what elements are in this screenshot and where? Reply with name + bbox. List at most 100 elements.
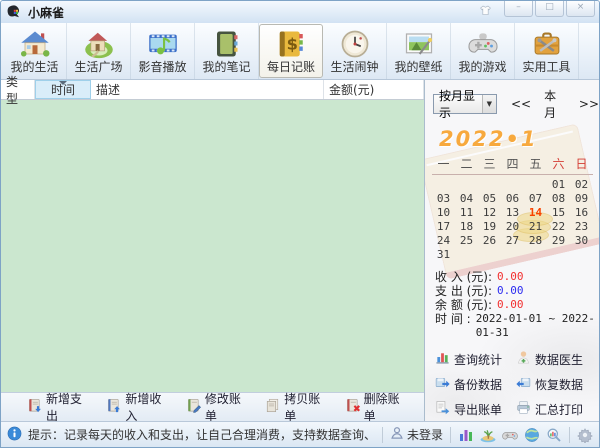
games-icon bbox=[468, 28, 498, 60]
calendar-day[interactable]: 03 bbox=[432, 192, 455, 205]
calendar-day[interactable] bbox=[570, 248, 593, 261]
chart-icon[interactable] bbox=[458, 427, 474, 443]
record-action-button[interactable]: 拷贝账单 bbox=[265, 390, 327, 424]
toolbar-item[interactable]: 实用工具 bbox=[515, 23, 579, 79]
panel-action-button[interactable]: 导出账单 bbox=[435, 400, 516, 418]
calendar-day[interactable] bbox=[432, 178, 455, 191]
side-panel: 按月显示 ▼ << 本月 >> 2022•1 一 二 三 四 五 六 日 01 … bbox=[425, 80, 599, 421]
calendar-title: 2022•1 bbox=[439, 127, 538, 151]
calendar-day[interactable]: 29 bbox=[547, 234, 570, 247]
calendar-day[interactable] bbox=[547, 248, 570, 261]
column-header[interactable]: 描述 bbox=[91, 80, 324, 99]
add-expense-icon bbox=[27, 398, 42, 416]
calendar-day[interactable] bbox=[501, 248, 524, 261]
calendar-day[interactable]: 25 bbox=[455, 234, 478, 247]
toolbar-item[interactable]: 我的壁纸 bbox=[387, 23, 451, 79]
close-button[interactable]: × bbox=[566, 1, 595, 17]
calendar-grid: 01 02 03 04 05 06 07 08 09 10 11 12 13 1… bbox=[432, 178, 593, 261]
calendar-day[interactable]: 02 bbox=[570, 178, 593, 191]
record-action-button[interactable]: 删除账单 bbox=[345, 390, 407, 424]
toolbar-item[interactable]: 我的生活 bbox=[3, 23, 67, 79]
calendar-day[interactable]: 21 bbox=[524, 220, 547, 233]
panel-action-label: 数据医生 bbox=[535, 352, 584, 367]
window-controls: – □ × bbox=[474, 1, 599, 23]
calendar-day[interactable]: 24 bbox=[432, 234, 455, 247]
panel-action-button[interactable]: 备份数据 bbox=[435, 375, 516, 393]
toolbar-item[interactable]: 影音播放 bbox=[131, 23, 195, 79]
panel-action-button[interactable]: 数据医生 bbox=[516, 350, 597, 368]
calendar-day[interactable]: 31 bbox=[432, 248, 455, 261]
next-month-button[interactable]: >> bbox=[579, 97, 599, 111]
main-area: 类型 时间 描述 金额(元) 新增支出 新增收入 修改账单 拷贝账单 删除账单 … bbox=[1, 75, 599, 424]
gamepad-icon[interactable] bbox=[502, 427, 518, 443]
globe-icon[interactable] bbox=[524, 427, 540, 443]
panel-action-button[interactable]: 恢复数据 bbox=[516, 375, 597, 393]
column-header[interactable]: 时间 bbox=[35, 80, 91, 99]
calendar-day[interactable]: 16 bbox=[570, 206, 593, 219]
login-button[interactable]: 未登录 bbox=[390, 426, 443, 443]
calendar-day[interactable] bbox=[478, 248, 501, 261]
travel-icon[interactable] bbox=[480, 427, 496, 443]
calendar-day[interactable]: 04 bbox=[455, 192, 478, 205]
calendar-day[interactable]: 14 bbox=[524, 206, 547, 219]
calendar-day[interactable]: 01 bbox=[547, 178, 570, 191]
calendar-day[interactable]: 06 bbox=[501, 192, 524, 205]
toolbar-item-label: 生活闹钟 bbox=[330, 60, 379, 74]
record-action-button[interactable]: 修改账单 bbox=[186, 390, 248, 424]
calendar-day[interactable]: 09 bbox=[570, 192, 593, 205]
weekday-header: 一 二 三 四 五 六 日 bbox=[432, 155, 593, 175]
view-mode-select[interactable]: 按月显示 ▼ bbox=[433, 89, 497, 120]
toolbar-item[interactable]: 我的笔记 bbox=[195, 23, 259, 79]
calendar-day[interactable]: 26 bbox=[478, 234, 501, 247]
calendar-day[interactable]: 12 bbox=[478, 206, 501, 219]
calendar-day[interactable] bbox=[524, 178, 547, 191]
stats-icon bbox=[435, 350, 450, 368]
calendar-day[interactable]: 07 bbox=[524, 192, 547, 205]
calendar-day[interactable] bbox=[501, 178, 524, 191]
calendar-day[interactable]: 18 bbox=[455, 220, 478, 233]
panel-action-button[interactable]: 查询统计 bbox=[435, 350, 516, 368]
toolbar-item[interactable]: 生活闹钟 bbox=[323, 23, 387, 79]
calendar-day[interactable]: 20 bbox=[501, 220, 524, 233]
doctor-icon bbox=[516, 350, 531, 368]
toolbar-item[interactable]: $ 每日记账 bbox=[259, 24, 323, 78]
calendar-day[interactable]: 30 bbox=[570, 234, 593, 247]
calendar-day[interactable] bbox=[455, 248, 478, 261]
calendar-day[interactable]: 19 bbox=[478, 220, 501, 233]
calendar-day[interactable] bbox=[478, 178, 501, 191]
calendar-day[interactable] bbox=[455, 178, 478, 191]
weekday-label: 二 bbox=[460, 157, 473, 171]
minimize-button[interactable]: – bbox=[504, 1, 533, 17]
calendar-day[interactable]: 05 bbox=[478, 192, 501, 205]
settings-gear-icon[interactable] bbox=[577, 427, 593, 443]
calendar-day[interactable]: 15 bbox=[547, 206, 570, 219]
calendar-day[interactable]: 28 bbox=[524, 234, 547, 247]
calendar-day[interactable]: 23 bbox=[570, 220, 593, 233]
sparrow-logo-icon bbox=[6, 4, 22, 20]
calendar-day[interactable]: 27 bbox=[501, 234, 524, 247]
weekday-label: 五 bbox=[529, 157, 542, 171]
calendar-day[interactable] bbox=[524, 248, 547, 261]
calendar-day[interactable]: 11 bbox=[455, 206, 478, 219]
calendar-day[interactable]: 10 bbox=[432, 206, 455, 219]
skin-button[interactable] bbox=[474, 3, 496, 19]
copy-bill-icon bbox=[265, 398, 280, 416]
record-action-button[interactable]: 新增支出 bbox=[27, 390, 89, 424]
maximize-button[interactable]: □ bbox=[535, 1, 564, 17]
column-header[interactable]: 金额(元) bbox=[324, 80, 424, 99]
toolbar-item-label: 生活广场 bbox=[74, 60, 123, 74]
calendar-day[interactable]: 08 bbox=[547, 192, 570, 205]
current-month-button[interactable]: 本月 bbox=[544, 87, 564, 121]
record-action-button[interactable]: 新增收入 bbox=[106, 390, 168, 424]
panel-action-button[interactable]: 汇总打印 bbox=[516, 400, 597, 418]
search-chart-icon[interactable] bbox=[546, 427, 562, 443]
prev-month-button[interactable]: << bbox=[511, 97, 531, 111]
column-header[interactable]: 类型 bbox=[1, 75, 35, 106]
toolbar-item[interactable]: 生活广场 bbox=[67, 23, 131, 79]
toolbar-item[interactable]: 我的游戏 bbox=[451, 23, 515, 79]
home-icon bbox=[20, 28, 50, 60]
calendar-day[interactable]: 17 bbox=[432, 220, 455, 233]
calendar-day[interactable]: 13 bbox=[501, 206, 524, 219]
panel-action-label: 汇总打印 bbox=[535, 402, 584, 417]
calendar-day[interactable]: 22 bbox=[547, 220, 570, 233]
